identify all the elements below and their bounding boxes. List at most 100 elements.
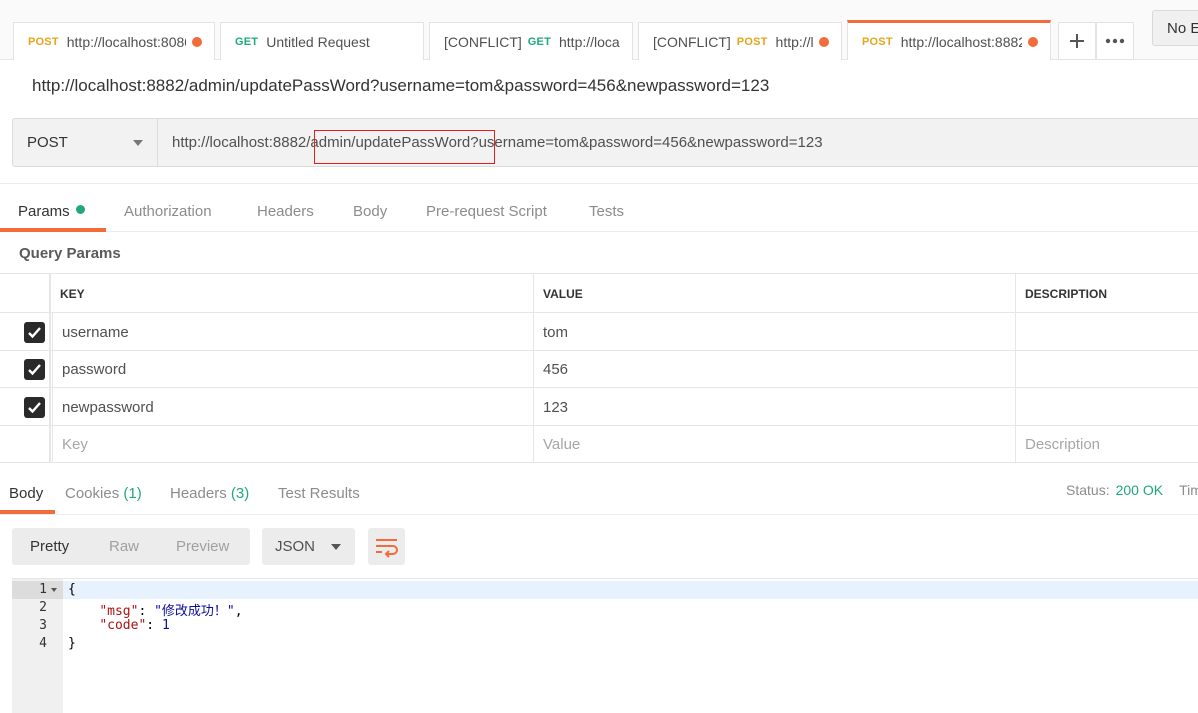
code-line: {	[68, 582, 76, 597]
tab-url: Untitled Request	[266, 33, 370, 50]
format-pretty-button[interactable]: Pretty	[30, 538, 69, 555]
fold-arrow-icon[interactable]	[51, 588, 57, 592]
table-row-new: Key Value Description	[0, 425, 1198, 463]
code-line: "code": 1	[99, 618, 170, 633]
column-header-key: KEY	[50, 274, 533, 312]
response-body-editor[interactable]: 1 2 3 4 { "msg": "修改成功！", "code": 1 }	[12, 578, 1198, 713]
tab-method: POST	[862, 35, 893, 48]
json-string-value: "修改成功！"	[154, 604, 235, 619]
tab-url: http://localhost:8080	[66, 33, 186, 50]
param-value[interactable]: 456	[533, 350, 1015, 387]
table-header-row: KEY VALUE DESCRIPTION	[0, 273, 1198, 313]
column-divider	[49, 273, 51, 463]
param-description[interactable]	[1015, 313, 1198, 350]
wrap-lines-icon	[376, 539, 398, 558]
request-tab-bar: POST http://localhost:8080 GET Untitled …	[0, 0, 1198, 60]
tab-url: http://localhost	[559, 33, 620, 50]
tab-method: GET	[527, 35, 551, 48]
new-tab-button[interactable]	[1058, 22, 1096, 60]
tab-url: http://localhost:8882	[900, 33, 1022, 50]
json-key: "msg"	[99, 604, 139, 619]
tab-label: Params	[18, 203, 70, 220]
request-title: http://localhost:8882/admin/updatePassWo…	[32, 76, 770, 95]
query-params-label: Query Params	[19, 245, 121, 262]
language-select-value: JSON	[275, 538, 316, 555]
checkmark-icon	[28, 402, 41, 414]
tab-body[interactable]: Body	[353, 203, 387, 220]
unsaved-dot-icon	[192, 36, 202, 47]
param-description[interactable]	[1015, 388, 1198, 425]
json-brace: {	[68, 582, 76, 597]
status-label: Status:	[1066, 482, 1110, 498]
request-tab[interactable]: [CONFLICT] GET http://localhost	[429, 22, 633, 60]
param-value[interactable]: tom	[533, 313, 1015, 350]
tab-url: http://lo	[775, 33, 813, 50]
plus-icon	[1070, 34, 1084, 48]
tab-method: POST	[736, 35, 768, 48]
line-number: 2	[39, 600, 47, 615]
checkmark-icon	[28, 364, 41, 376]
url-bar: POST http://localhost:8882/admin/updateP…	[12, 118, 1198, 167]
param-value[interactable]: 123	[533, 388, 1015, 425]
more-horizontal-icon	[1105, 38, 1125, 44]
table-row: username tom	[0, 313, 1198, 351]
request-tab[interactable]: POST http://localhost:8080	[13, 22, 215, 60]
language-select[interactable]: JSON	[262, 528, 355, 565]
line-number: 1	[39, 582, 47, 597]
unsaved-dot-icon	[1028, 36, 1038, 47]
active-line-highlight	[12, 581, 1198, 599]
response-tabs: Body Cookies (1) Headers (3) Test Result…	[0, 470, 1198, 515]
environment-select[interactable]: No Environment	[1152, 10, 1198, 46]
request-tab[interactable]: GET Untitled Request	[220, 22, 424, 60]
tab-conflict-label: [CONFLICT]	[444, 33, 522, 50]
tab-label: Headers	[170, 485, 227, 502]
cookies-count: (1)	[123, 485, 142, 502]
tab-response-body[interactable]: Body	[9, 485, 43, 502]
tab-headers[interactable]: Headers	[257, 203, 314, 220]
tab-test-results[interactable]: Test Results	[278, 485, 360, 502]
json-key: "code"	[99, 618, 147, 633]
method-select[interactable]: POST	[13, 119, 158, 166]
tab-conflict-label: [CONFLICT]	[653, 33, 731, 50]
param-key[interactable]: username	[52, 313, 533, 350]
line-number: 3	[39, 618, 47, 633]
request-tabs: Params Authorization Headers Body Pre-re…	[0, 183, 1198, 232]
tab-method: GET	[235, 35, 259, 48]
active-tab-indicator	[0, 228, 106, 232]
tab-tests[interactable]: Tests	[589, 203, 624, 220]
param-checkbox[interactable]	[24, 397, 45, 418]
tab-authorization[interactable]: Authorization	[124, 203, 212, 220]
new-value-input[interactable]: Value	[533, 425, 1015, 462]
wrap-lines-button[interactable]	[368, 528, 405, 565]
url-input[interactable]: http://localhost:8882/admin/updatePassWo…	[172, 134, 823, 151]
param-key[interactable]: password	[52, 350, 533, 387]
headers-count: (3)	[230, 485, 250, 502]
tab-prerequest-script[interactable]: Pre-request Script	[426, 203, 547, 220]
format-preview-button[interactable]: Preview	[176, 538, 229, 555]
param-checkbox[interactable]	[24, 322, 45, 343]
new-key-input[interactable]: Key	[52, 425, 533, 462]
param-key[interactable]: newpassword	[52, 388, 533, 425]
format-raw-button[interactable]: Raw	[109, 538, 139, 555]
tab-response-headers[interactable]: Headers (3)	[170, 485, 249, 502]
json-number-value: 1	[161, 618, 170, 633]
request-tab-active[interactable]: POST http://localhost:8882	[847, 20, 1051, 60]
param-checkbox[interactable]	[24, 359, 45, 380]
active-tab-indicator	[0, 510, 55, 514]
new-description-input[interactable]: Description	[1015, 425, 1198, 462]
request-tab[interactable]: [CONFLICT] POST http://lo	[638, 22, 842, 60]
tab-method: POST	[28, 35, 59, 48]
method-select-value: POST	[27, 134, 68, 151]
time-label: Time	[1179, 482, 1198, 498]
line-number: 4	[39, 636, 47, 651]
tab-options-button[interactable]	[1096, 22, 1134, 60]
chevron-down-icon	[331, 544, 341, 550]
status-value: 200 OK	[1115, 482, 1164, 498]
annotation-highlight-box	[314, 130, 495, 164]
tab-cookies[interactable]: Cookies (1)	[65, 485, 142, 502]
tab-params[interactable]: Params	[18, 203, 85, 220]
table-row: password 456	[0, 350, 1198, 388]
unsaved-dot-icon	[819, 36, 829, 47]
response-status: Status: 200 OK Time	[1066, 482, 1198, 498]
param-description[interactable]	[1015, 350, 1198, 387]
